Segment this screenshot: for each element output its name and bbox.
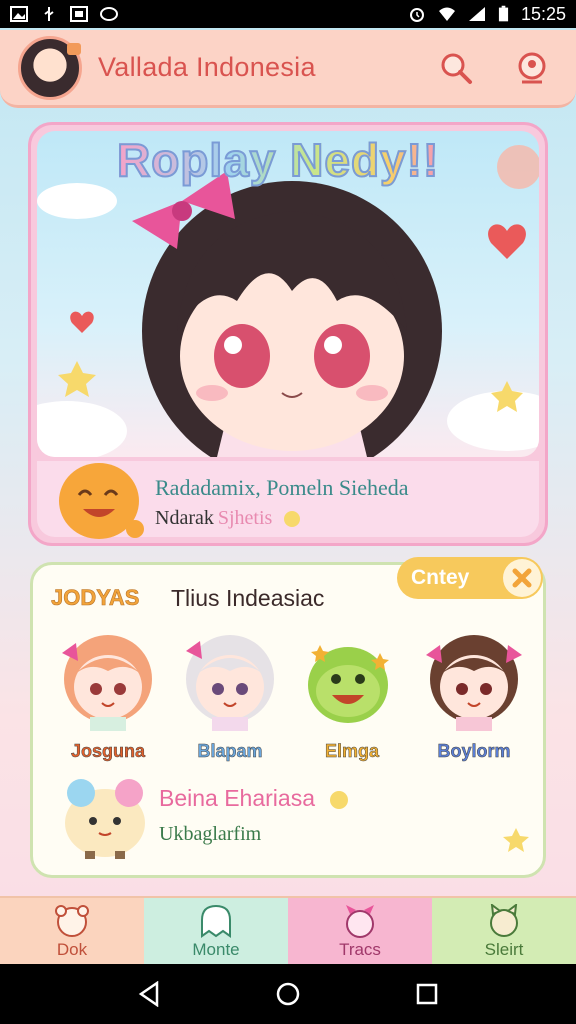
character-item[interactable]: Josguna: [53, 631, 163, 762]
search-icon: [441, 53, 472, 84]
cta-label: Cntey: [411, 566, 470, 589]
tab-label: Dok: [56, 940, 88, 959]
cat-icon: [490, 904, 518, 937]
image-notification-icon: [10, 6, 28, 22]
clock: 15:25: [520, 3, 566, 24]
character-name: Blapam: [197, 741, 263, 762]
featured-name: Beina Ehariasa: [159, 785, 351, 812]
featured-subtitle: Ukbaglarfim: [159, 823, 262, 845]
tab-label: Sleirt: [484, 940, 524, 959]
app-title: Vallada Indonesia: [98, 52, 316, 82]
hero-caption: Ndarak Sjhetis: [155, 507, 303, 530]
hero-illustration: Roplay Nedy!!: [37, 131, 539, 457]
tab-label: Monte: [192, 940, 240, 959]
section-badge: JODYAS: [51, 585, 140, 611]
cta-button[interactable]: Cntey: [397, 557, 543, 599]
featured-item[interactable]: Beina Ehariasa Ukbaglarfim: [55, 771, 529, 861]
cloud-icon: [100, 7, 118, 21]
search-button[interactable]: [436, 48, 476, 88]
hero-footer: Radadamix, Pomeln Sieheda Ndarak Sjhetis: [37, 461, 539, 539]
hero-subtitle: Radadamix, Pomeln Sieheda: [155, 475, 409, 500]
tab-dok[interactable]: Dok: [0, 898, 144, 964]
gallery-icon: [70, 6, 88, 22]
character-item[interactable]: Elmga: [297, 631, 407, 762]
character-item[interactable]: Boylorm: [419, 631, 529, 762]
sheep-mascot-icon: [65, 779, 145, 859]
recents-icon[interactable]: [415, 982, 439, 1006]
sparkle-icon: [330, 790, 349, 809]
featured-name-text: Beina Ehariasa: [159, 785, 315, 811]
usb-icon: [44, 7, 54, 21]
profile-icon: [518, 52, 546, 83]
character-portrait-icon: [426, 635, 522, 731]
bottom-tab-bar: Dok Monte Tracs Sleirt: [0, 896, 576, 964]
back-icon[interactable]: [137, 981, 161, 1007]
home-icon[interactable]: [275, 981, 301, 1007]
battery-icon: [498, 5, 509, 22]
character-name: Josguna: [70, 741, 146, 762]
tab-tracs[interactable]: Tracs: [288, 898, 432, 964]
hero-card[interactable]: Roplay Nedy!! Radadamix, Pomeln Sieheda …: [28, 122, 548, 546]
star-icon: [503, 828, 529, 852]
system-nav-bar: [0, 964, 576, 1024]
avatar[interactable]: [18, 35, 82, 100]
ghost-icon: [201, 904, 231, 938]
hero-title: Roplay Nedy!!: [116, 133, 440, 187]
characters-card: JODYAS Tlius Indeasiac Cntey Josguna Bla…: [30, 557, 546, 878]
alarm-icon: [409, 8, 424, 22]
character-portrait-icon: [62, 635, 152, 731]
tab-monte[interactable]: Monte: [144, 898, 288, 964]
character-list: Josguna Blapam Elmga Boylorm: [53, 631, 529, 762]
close-icon[interactable]: [503, 559, 541, 597]
bear-icon: [55, 905, 89, 937]
hero-caption-accent: Sjhetis: [217, 507, 273, 529]
wifi-icon: [438, 7, 455, 21]
hero-caption-main: Ndarak: [155, 507, 214, 529]
section-title: Tlius Indeasiac: [171, 585, 325, 611]
tab-label: Tracs: [339, 940, 381, 959]
profile-button[interactable]: [512, 48, 552, 88]
bunny-icon: [346, 905, 374, 938]
tab-sleirt[interactable]: Sleirt: [432, 898, 576, 964]
sparkle-icon: [284, 511, 301, 528]
sun-mascot-icon: [59, 463, 144, 539]
character-name: Elmga: [324, 741, 380, 762]
character-item[interactable]: Blapam: [175, 631, 285, 762]
status-bar: 15:25: [0, 0, 576, 28]
signal-icon: [468, 7, 485, 21]
character-name: Boylorm: [437, 741, 511, 762]
app-header: Vallada Indonesia: [0, 30, 576, 108]
character-portrait-icon: [308, 645, 389, 723]
character-portrait-icon: [186, 635, 274, 731]
